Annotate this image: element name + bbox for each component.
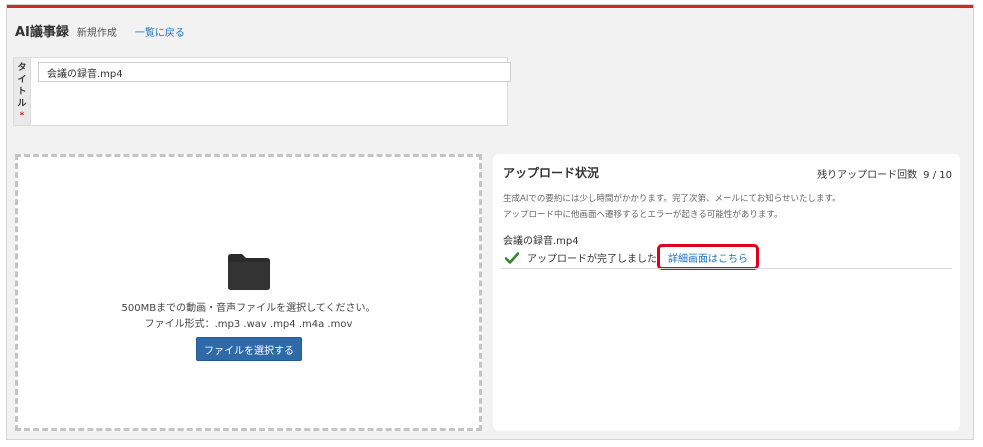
title-field-group: タ イ ト ル * xyxy=(13,57,511,126)
check-icon xyxy=(505,251,519,264)
upload-status-title: アップロード状況 xyxy=(503,166,600,180)
dropzone-formats: ファイル形式：.mp3 .wav .mp4 .m4a .mov xyxy=(144,319,353,330)
title-field-label: タ イ ト ル * xyxy=(14,58,31,125)
page-header: AI議事録 新規作成 一覧に戻る xyxy=(15,21,185,40)
remaining-uploads: 残りアップロード回数 9 / 10 xyxy=(817,166,952,181)
top-accent-bar xyxy=(7,5,973,8)
back-to-list-link[interactable]: 一覧に戻る xyxy=(135,24,185,39)
upload-complete-row: アップロードが完了しました xyxy=(505,250,657,265)
detail-page-link[interactable]: 詳細画面はこちら xyxy=(657,244,759,270)
select-file-button[interactable]: ファイルを選択する xyxy=(196,337,302,361)
page-subtitle: 新規作成 xyxy=(76,28,117,39)
title-label-char: タ xyxy=(17,63,27,73)
notice-line-2: アップロード中に他画面へ遷移するとエラーが起きる可能性があります。 xyxy=(503,210,783,220)
title-label-char: ト xyxy=(17,87,27,97)
title-label-char: ル xyxy=(17,99,27,109)
remaining-uploads-label: 残りアップロード回数 xyxy=(817,170,918,181)
remaining-uploads-count: 9 / 10 xyxy=(923,170,952,181)
detail-page-link-label[interactable]: 詳細画面はこちら xyxy=(668,250,748,265)
file-dropzone[interactable]: 500MBまでの動画・音声ファイルを選択してください。 ファイル形式：.mp3 … xyxy=(15,154,482,431)
upload-status-panel: アップロード状況 残りアップロード回数 9 / 10 生成AIでの要約には少し時間… xyxy=(493,154,960,431)
title-label-char: イ xyxy=(17,75,27,85)
app-frame: AI議事録 新規作成 一覧に戻る タ イ ト ル * 500MBまでの動画・音声… xyxy=(6,4,974,440)
title-input[interactable] xyxy=(38,62,511,82)
upload-complete-text: アップロードが完了しました xyxy=(527,254,657,265)
required-mark: * xyxy=(19,111,25,121)
notice-line-1: 生成AIでの要約には少し時間がかかります。完了次第、メールにてお知らせいたします… xyxy=(503,194,841,204)
dropzone-instruction: 500MBまでの動画・音声ファイルを選択してください。 xyxy=(121,303,376,314)
uploaded-file-name: 会議の録音.mp4 xyxy=(503,236,579,247)
page-title: AI議事録 xyxy=(15,25,69,40)
status-divider xyxy=(501,268,952,269)
folder-icon xyxy=(226,253,272,291)
